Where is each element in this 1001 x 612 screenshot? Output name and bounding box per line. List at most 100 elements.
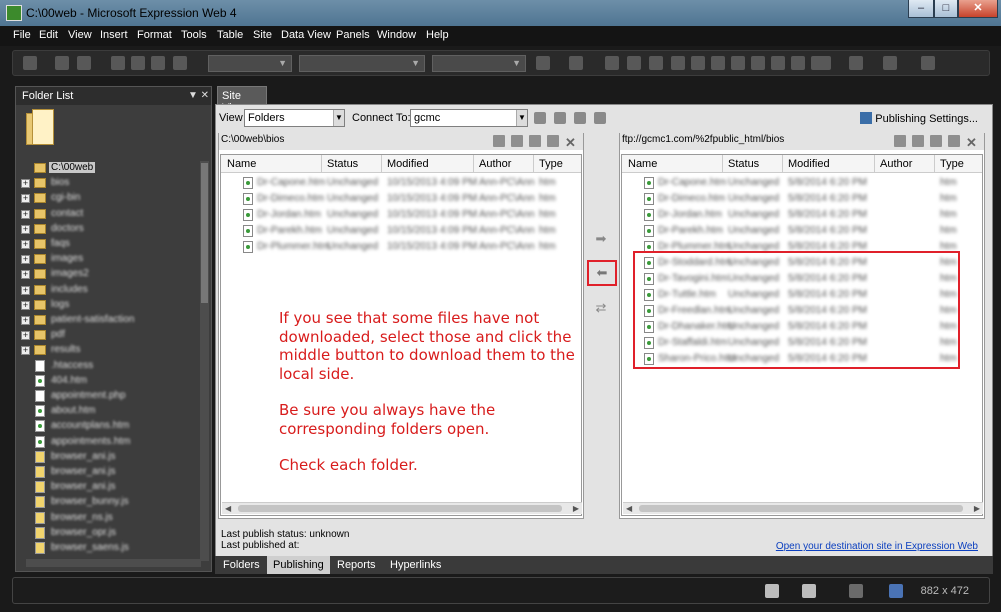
decrease-indent-icon[interactable] — [791, 56, 805, 70]
tree-file[interactable]: appointments.htm — [19, 435, 199, 450]
new-page-icon[interactable] — [930, 135, 942, 147]
new-folder-icon[interactable] — [547, 135, 559, 147]
new-folder-icon[interactable] — [948, 135, 960, 147]
tab-reports[interactable]: Reports — [331, 556, 382, 574]
expand-icon[interactable]: + — [21, 179, 30, 189]
file-row[interactable]: Dr-Jordan.htm Unchanged 5/8/2014 6:20 PM ht… — [622, 207, 982, 223]
align-right-icon[interactable] — [711, 56, 725, 70]
tree-file[interactable]: browser_ani.js — [19, 450, 199, 465]
tree-folder[interactable]: + images2 — [19, 267, 199, 282]
tree-file[interactable]: .htaccess — [19, 359, 199, 374]
view-icon[interactable] — [894, 135, 906, 147]
expand-icon[interactable]: + — [21, 224, 30, 234]
tab-folders[interactable]: Folders — [217, 556, 266, 574]
file-row[interactable]: Dr-Capone.htm Unchanged 5/8/2014 6:20 PM ht… — [622, 175, 982, 191]
expand-icon[interactable]: + — [21, 285, 30, 295]
expand-icon[interactable]: + — [21, 316, 30, 325]
expand-icon[interactable]: + — [21, 209, 30, 219]
tree-file[interactable]: browser_ani.js — [19, 480, 199, 495]
view-select[interactable]: Folders ▼ — [244, 109, 345, 127]
menu-panels[interactable]: Panels — [336, 29, 370, 41]
column-type[interactable]: Type — [940, 158, 964, 170]
new-page-icon[interactable] — [23, 56, 37, 70]
tree-folder[interactable]: + faqs — [19, 237, 199, 252]
open-folder-icon[interactable] — [77, 56, 91, 70]
stop-icon[interactable] — [554, 112, 566, 124]
maximize-button[interactable]: □ — [934, 0, 958, 18]
redo-icon[interactable] — [569, 56, 583, 70]
close-window-button[interactable]: ✕ — [958, 0, 998, 18]
cancel-icon[interactable] — [594, 112, 606, 124]
sharepoint-icon[interactable] — [151, 56, 165, 70]
tree-file[interactable]: browser_opr.js — [19, 526, 199, 541]
expand-icon[interactable]: + — [21, 240, 30, 249]
new-page-icon[interactable] — [529, 135, 541, 147]
menu-insert[interactable]: Insert — [100, 29, 128, 41]
tree-folder[interactable]: + logs — [19, 298, 199, 313]
tree-folder[interactable]: + includes — [19, 283, 199, 298]
remote-hscrollbar[interactable]: ◀ ▶ — [623, 502, 983, 514]
refresh-icon[interactable] — [574, 112, 586, 124]
column-modified[interactable]: Modified — [387, 158, 429, 170]
column-type[interactable]: Type — [539, 158, 563, 170]
html-compatibility-icon[interactable] — [765, 584, 779, 598]
numbered-list-icon[interactable] — [751, 56, 765, 70]
tab-hyperlinks[interactable]: Hyperlinks — [384, 556, 447, 574]
minimize-button[interactable]: – — [908, 0, 934, 18]
local-hscrollbar[interactable]: ◀ ▶ — [222, 502, 582, 514]
download-arrow-button[interactable]: ⬅ — [595, 266, 609, 279]
tree-folder[interactable]: + bios — [19, 176, 199, 191]
expand-icon[interactable]: + — [21, 255, 30, 265]
tree-folder[interactable]: + pdf — [19, 328, 199, 343]
menu-file[interactable]: File — [13, 29, 31, 41]
menu-format[interactable]: Format — [137, 29, 172, 41]
open-site-icon[interactable] — [55, 56, 69, 70]
file-row[interactable]: Dr-Jordan.htm Unchanged 10/15/2013 4:09 PM… — [221, 207, 581, 223]
column-status[interactable]: Status — [327, 158, 358, 170]
view-icon[interactable] — [493, 135, 505, 147]
connect-to-select[interactable]: gcmc ▼ — [410, 109, 528, 127]
file-row[interactable]: Dr-Parekh.htm Unchanged 5/8/2014 6:20 PM ht… — [622, 223, 982, 239]
font-size-combo[interactable]: ▼ — [432, 55, 526, 72]
tree-file[interactable]: appointment.php — [19, 389, 199, 404]
underline-icon[interactable] — [649, 56, 663, 70]
font-color-icon[interactable] — [883, 56, 897, 70]
tree-folder[interactable]: + contact — [19, 207, 199, 222]
connect-icon[interactable] — [534, 112, 546, 124]
tab-site-view[interactable]: Site View — [217, 86, 267, 114]
page-size-icon[interactable] — [889, 584, 903, 598]
column-name[interactable]: Name — [628, 158, 657, 170]
undo-icon[interactable] — [536, 56, 550, 70]
folder-list-hscrollbar[interactable] — [26, 559, 201, 567]
column-name[interactable]: Name — [227, 158, 256, 170]
tree-folder[interactable]: + cgi-bin — [19, 191, 199, 206]
layout-icon[interactable] — [921, 56, 935, 70]
menu-help[interactable]: Help — [426, 29, 449, 41]
preview-icon[interactable] — [173, 56, 187, 70]
column-author[interactable]: Author — [880, 158, 912, 170]
folder-list-vscrollbar[interactable] — [200, 161, 209, 561]
tree-root-folder[interactable]: C:\00web — [19, 161, 199, 176]
expand-icon[interactable]: + — [21, 300, 30, 310]
select-icon[interactable] — [511, 135, 523, 147]
open-destination-site-link[interactable]: Open your destination site in Expression… — [776, 541, 978, 552]
borders-icon[interactable] — [817, 56, 831, 70]
file-row[interactable]: Dr-Dimeco.htm Unchanged 10/15/2013 4:09 PM… — [221, 191, 581, 207]
menu-window[interactable]: Window — [377, 29, 416, 41]
visual-aids-icon[interactable] — [849, 584, 863, 598]
align-left-icon[interactable] — [671, 56, 685, 70]
upload-arrow-button[interactable]: ➡ — [594, 232, 608, 245]
delete-icon[interactable]: ✕ — [565, 136, 577, 149]
expand-icon[interactable]: + — [21, 346, 30, 356]
column-status[interactable]: Status — [728, 158, 759, 170]
tree-folder[interactable]: + doctors — [19, 222, 199, 237]
justify-icon[interactable] — [731, 56, 745, 70]
column-modified[interactable]: Modified — [788, 158, 830, 170]
expand-icon[interactable]: + — [21, 270, 30, 280]
style-combo[interactable]: ▼ — [208, 55, 292, 72]
tree-file[interactable]: about.htm — [19, 404, 199, 419]
italic-icon[interactable] — [627, 56, 641, 70]
tree-file[interactable]: accountplans.htm — [19, 419, 199, 434]
publish-icon[interactable] — [131, 56, 145, 70]
menu-view[interactable]: View — [68, 29, 92, 41]
